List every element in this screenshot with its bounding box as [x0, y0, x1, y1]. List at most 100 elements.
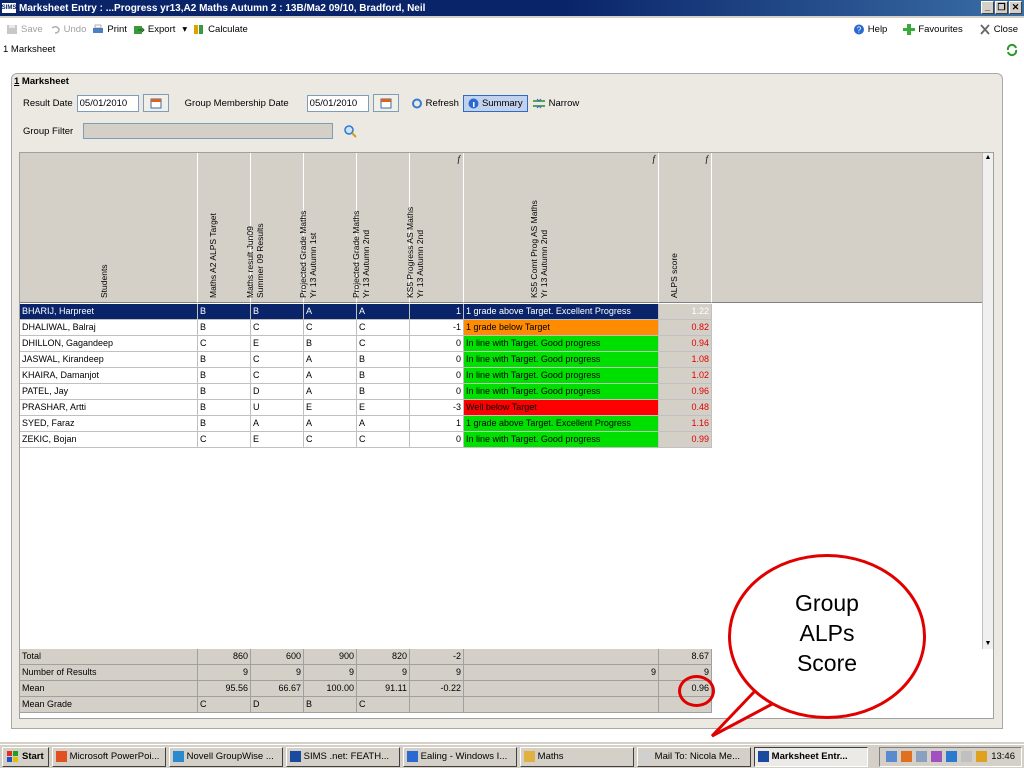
tray-sync-icon[interactable] [946, 751, 958, 762]
taskbar-item[interactable]: Ealing - Windows I... [402, 746, 517, 767]
table-cell-name[interactable]: ZEKIC, Bojan [20, 432, 198, 448]
table-cell-alps[interactable]: 0.82 [659, 320, 712, 336]
table-cell-prog[interactable]: 1 [410, 416, 464, 432]
tray-network-icon[interactable] [886, 751, 898, 762]
table-cell-jun09[interactable]: E [251, 432, 304, 448]
table-cell-comment[interactable]: In line with Target. Good progress [464, 368, 659, 384]
table-cell-aut2[interactable]: C [357, 320, 410, 336]
calculate-button[interactable]: Calculate [193, 24, 248, 35]
tray-security-icon[interactable] [961, 751, 973, 762]
table-cell-prog[interactable]: 0 [410, 384, 464, 400]
table-cell-target[interactable]: B [198, 352, 251, 368]
vertical-scrollbar[interactable]: ▲ ▼ [982, 153, 993, 649]
tray-app-icon[interactable] [901, 751, 913, 762]
table-cell-alps[interactable]: 1.08 [659, 352, 712, 368]
result-date-field[interactable]: 05/01/2010 [76, 94, 139, 112]
minimize-button[interactable]: _ [981, 1, 994, 14]
table-cell-aut1[interactable]: C [304, 320, 357, 336]
table-cell-aut1[interactable]: A [304, 304, 357, 320]
table-cell-alps[interactable]: 0.96 [659, 384, 712, 400]
column-header-projected-aut1[interactable]: Projected Grade Maths Yr 13 Autumn 1st [298, 153, 357, 303]
table-row[interactable]: JASWAL, Kirandeep B C A B 0 In line with Targe… [20, 352, 712, 368]
table-cell-aut2[interactable]: B [357, 352, 410, 368]
column-header-students[interactable]: Students [20, 153, 198, 303]
table-cell-aut1[interactable]: A [304, 416, 357, 432]
narrow-button[interactable]: Narrow [532, 98, 579, 109]
table-cell-alps[interactable]: 0.94 [659, 336, 712, 352]
taskbar-item[interactable]: Microsoft PowerPoi... [51, 746, 166, 767]
table-cell-jun09[interactable]: B [251, 304, 304, 320]
table-cell-name[interactable]: JASWAL, Kirandeep [20, 352, 198, 368]
table-cell-alps[interactable]: 0.48 [659, 400, 712, 416]
undo-button[interactable]: Undo [49, 24, 86, 35]
table-cell-name[interactable]: KHAIRA, Damanjot [20, 368, 198, 384]
summary-button[interactable]: Summary [462, 94, 528, 112]
table-row[interactable]: ZEKIC, Bojan C E C C 0 In line with Target. Go… [20, 432, 712, 448]
table-row[interactable]: PRASHAR, Artti B U E E -3 Well below Target 0.4… [20, 400, 712, 416]
table-cell-target[interactable]: B [198, 368, 251, 384]
table-cell-jun09[interactable]: C [251, 352, 304, 368]
save-button[interactable]: Save [6, 24, 43, 35]
taskbar-item[interactable]: Maths [519, 746, 634, 767]
table-cell-aut1[interactable]: A [304, 352, 357, 368]
refresh-arrows-icon[interactable] [1005, 43, 1019, 57]
table-cell-comment[interactable]: 1 grade above Target. Excellent Progress [464, 416, 659, 432]
table-cell-aut2[interactable]: C [357, 432, 410, 448]
column-header-alps-score[interactable]: f ALPS score [659, 153, 712, 303]
table-cell-jun09[interactable]: U [251, 400, 304, 416]
table-cell-aut2[interactable]: E [357, 400, 410, 416]
table-cell-name[interactable]: DHALIWAL, Balraj [20, 320, 198, 336]
table-row[interactable]: DHALIWAL, Balraj B C C C -1 1 grade below Targ… [20, 320, 712, 336]
table-cell-name[interactable]: SYED, Faraz [20, 416, 198, 432]
table-cell-aut2[interactable]: B [357, 368, 410, 384]
group-membership-calendar-button[interactable] [372, 94, 399, 112]
search-icon[interactable] [343, 124, 357, 138]
table-cell-comment[interactable]: In line with Target. Good progress [464, 432, 659, 448]
table-cell-target[interactable]: B [198, 304, 251, 320]
table-cell-comment[interactable]: 1 grade below Target [464, 320, 659, 336]
table-cell-alps[interactable]: 1.02 [659, 368, 712, 384]
breadcrumb-text[interactable]: 1 Marksheet [3, 44, 55, 55]
table-cell-jun09[interactable]: A [251, 416, 304, 432]
table-cell-comment[interactable]: In line with Target. Good progress [464, 352, 659, 368]
clock[interactable]: 13:46 [991, 751, 1015, 762]
table-cell-target[interactable]: C [198, 336, 251, 352]
table-cell-aut1[interactable]: B [304, 336, 357, 352]
table-cell-name[interactable]: PATEL, Jay [20, 384, 198, 400]
help-button[interactable]: ? Help [853, 24, 887, 35]
table-cell-target[interactable]: B [198, 416, 251, 432]
column-header-alps-target[interactable]: Maths A2 ALPS Target [198, 153, 251, 303]
table-cell-prog[interactable]: -1 [410, 320, 464, 336]
taskbar-item[interactable]: Novell GroupWise ... [168, 746, 283, 767]
table-cell-prog[interactable]: 0 [410, 352, 464, 368]
result-date-calendar-button[interactable] [142, 94, 169, 112]
taskbar-item[interactable]: SIMS .net: FEATH... [285, 746, 400, 767]
tray-msg-icon[interactable] [931, 751, 943, 762]
table-cell-target[interactable]: B [198, 400, 251, 416]
table-cell-aut1[interactable]: C [304, 432, 357, 448]
table-cell-alps[interactable]: 0.99 [659, 432, 712, 448]
table-cell-comment[interactable]: In line with Target. Good progress [464, 336, 659, 352]
start-button[interactable]: Start [2, 746, 49, 767]
taskbar-item[interactable]: Mail To: Nicola Me... [636, 746, 751, 767]
table-cell-jun09[interactable]: C [251, 320, 304, 336]
table-cell-aut1[interactable]: A [304, 368, 357, 384]
table-cell-prog[interactable]: 1 [410, 304, 464, 320]
table-cell-jun09[interactable]: C [251, 368, 304, 384]
table-cell-aut2[interactable]: B [357, 384, 410, 400]
group-membership-date-field[interactable]: 05/01/2010 [306, 94, 369, 112]
column-header-jun09-result[interactable]: Maths result Jun09 Summer 09 Results [245, 153, 304, 303]
table-cell-target[interactable]: B [198, 320, 251, 336]
scroll-down-icon[interactable]: ▼ [983, 639, 993, 649]
column-header-projected-aut2[interactable]: Projected Grade Maths Yr 13 Autumn 2nd [351, 153, 410, 303]
table-cell-comment[interactable]: Well below Target [464, 400, 659, 416]
table-row[interactable]: DHILLON, Gagandeep C E B C 0 In line with Targ… [20, 336, 712, 352]
refresh-button[interactable]: Refresh [411, 98, 459, 109]
table-cell-target[interactable]: C [198, 432, 251, 448]
dropdown-arrow-icon[interactable]: ▾ [182, 24, 187, 35]
tray-volume-icon[interactable] [916, 751, 928, 762]
table-cell-alps[interactable]: 1.16 [659, 416, 712, 432]
table-row[interactable]: KHAIRA, Damanjot B C A B 0 In line with Target… [20, 368, 712, 384]
table-cell-prog[interactable]: 0 [410, 368, 464, 384]
column-header-ks5-comment[interactable]: f KS5 Comt Prog AS Maths Yr 13 Autumn 2n… [464, 153, 659, 303]
